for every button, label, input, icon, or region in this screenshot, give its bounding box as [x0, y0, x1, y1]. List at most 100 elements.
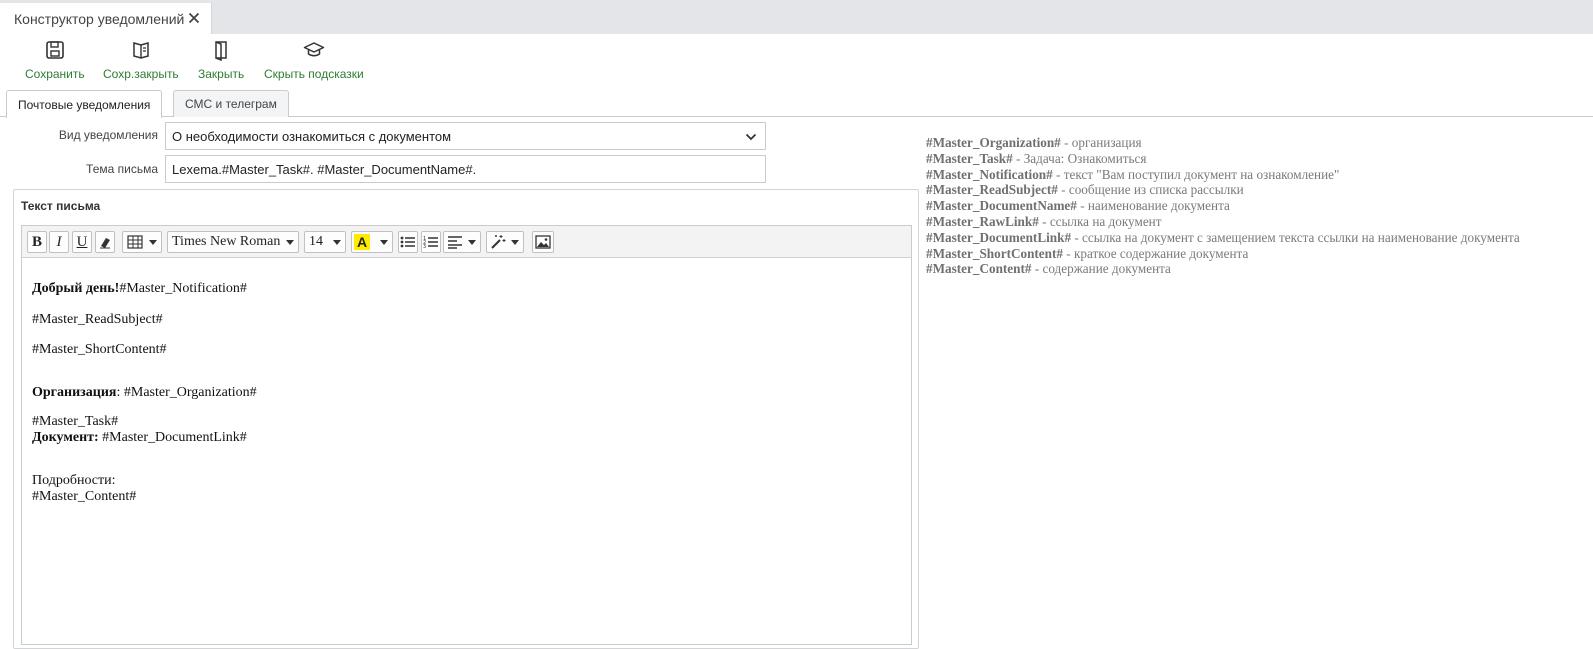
hint-desc: - содержание документа — [1031, 261, 1171, 277]
underline-button[interactable]: U — [72, 231, 92, 253]
document-link-token: #Master_DocumentLink# — [98, 430, 247, 445]
close-button[interactable]: Закрыть — [198, 39, 244, 81]
highlight-glyph: A — [354, 234, 371, 250]
hint-key: #Master_DocumentLink# — [926, 229, 1072, 245]
hint-item: #Master_ReadSubject# - сообщение из спис… — [926, 182, 1520, 198]
save-close-button[interactable]: Сохр.закрыть — [103, 39, 179, 81]
hint-item: #Master_Content# - содержание документа — [926, 261, 1520, 277]
content-line: Добрый день!#Master_Notification# — [32, 281, 247, 297]
hint-desc: - ссылка на документ с замещением текста… — [1071, 229, 1520, 245]
rich-text-editor[interactable]: B I U Times New Roman 14 A 1 2 3 Добрый … — [21, 225, 912, 645]
tab-sms-telegram[interactable]: СМС и телеграм — [173, 90, 289, 117]
save-close-label: Сохр.закрыть — [103, 67, 179, 81]
details-label: Подробности: — [32, 473, 116, 488]
magic-button[interactable] — [486, 231, 524, 253]
hint-key: #Master_ReadSubject# — [926, 182, 1058, 198]
tab-sms-label: СМС и телеграм — [185, 97, 277, 111]
align-button[interactable] — [443, 231, 481, 253]
hint-item: #Master_Organization# - организация — [926, 135, 1520, 151]
hint-desc: - сообщение из списка рассылки — [1057, 182, 1244, 198]
hint-desc: - краткое содержание документа — [1062, 245, 1249, 261]
hint-item: #Master_DocumentName# - наименование док… — [926, 198, 1520, 214]
content-line: Организация: #Master_Organization# — [32, 385, 257, 401]
hint-desc: - наименование документа — [1076, 198, 1230, 214]
highlight-color-button[interactable]: A — [351, 231, 393, 253]
notification-type-value: О необходимости ознакомиться с документо… — [172, 129, 452, 144]
font-family-caret-icon — [286, 240, 294, 245]
font-size-select[interactable]: 14 — [304, 231, 346, 253]
tab-email-label: Почтовые уведомления — [18, 97, 151, 112]
chevron-down-icon — [745, 133, 757, 141]
hint-item: #Master_Notification# - текст "Вам посту… — [926, 167, 1520, 183]
font-family-value: Times New Roman — [172, 234, 281, 249]
hide-hints-label: Скрыть подсказки — [264, 67, 364, 81]
tab-email-notifications[interactable]: Почтовые уведомления — [6, 90, 163, 118]
magic-wand-icon — [491, 235, 506, 249]
short-content-token: #Master_ShortContent# — [32, 342, 167, 357]
magic-caret-icon — [511, 240, 519, 245]
hint-key: #Master_ShortContent# — [926, 245, 1063, 261]
hint-key: #Master_DocumentName# — [926, 198, 1077, 214]
insert-image-button[interactable] — [532, 231, 554, 253]
read-subject-token: #Master_ReadSubject# — [32, 312, 163, 327]
underline-glyph: U — [76, 233, 88, 250]
hint-key: #Master_Organization# — [926, 135, 1061, 150]
body-section-title: Текст письма — [21, 199, 101, 213]
save-button[interactable]: Сохранить — [25, 39, 85, 81]
numbered-list-icon: 1 2 3 — [423, 236, 438, 249]
close-label: Закрыть — [198, 67, 245, 81]
hint-desc: - Задача: Ознакомиться — [1012, 150, 1147, 166]
table-button[interactable] — [122, 231, 162, 253]
align-caret-icon — [468, 240, 476, 245]
content-line: #Master_Content# — [32, 489, 136, 505]
hint-key: #Master_Task# — [926, 150, 1013, 166]
content-line: #Master_ShortContent# — [32, 342, 167, 358]
content-line: #Master_Task# — [32, 414, 118, 430]
hint-key: #Master_RawLink# — [926, 213, 1039, 229]
bullet-list-button[interactable] — [398, 231, 418, 253]
hint-item: #Master_ShortContent# - краткое содержан… — [926, 246, 1520, 262]
hint-desc: - текст "Вам поступил документ на ознако… — [1052, 166, 1340, 182]
subject-label: Тема письма — [86, 162, 158, 176]
door-icon — [215, 41, 227, 61]
table-caret-icon — [149, 240, 157, 245]
document-tab[interactable]: Конструктор уведомлений — [0, 3, 212, 34]
subject-value: Lexema.#Master_Task#. #Master_DocumentNa… — [172, 162, 477, 177]
bold-button[interactable]: B — [27, 231, 47, 253]
italic-glyph: I — [56, 233, 62, 250]
hint-desc: - ссылка на документ — [1038, 213, 1162, 229]
organization-token: : #Master_Organization# — [116, 385, 257, 400]
notification-token: #Master_Notification# — [119, 281, 247, 296]
clear-format-button[interactable] — [95, 231, 115, 253]
document-tab-title: Конструктор уведомлений — [14, 10, 185, 27]
hint-item: #Master_RawLink# - ссылка на документ — [926, 214, 1520, 230]
notification-tabs: Почтовые уведомления СМС и телеграм — [0, 90, 1593, 118]
document-tabstrip: Конструктор уведомлений — [0, 0, 1593, 34]
notification-type-select[interactable]: О необходимости ознакомиться с документо… — [165, 122, 766, 150]
close-icon[interactable] — [186, 10, 202, 26]
content-line: #Master_ReadSubject# — [32, 312, 163, 328]
hint-key: #Master_Content# — [926, 261, 1032, 277]
eraser-icon — [100, 238, 110, 249]
numbered-list-button[interactable]: 1 2 3 — [421, 231, 441, 253]
font-family-select[interactable]: Times New Roman — [167, 231, 299, 253]
content-line: Документ: #Master_DocumentLink# — [32, 430, 247, 446]
image-icon — [535, 235, 551, 249]
document-label: Документ: — [32, 430, 99, 445]
hint-desc: - организация — [1060, 135, 1142, 150]
subject-input[interactable]: Lexema.#Master_Task#. #Master_DocumentNa… — [165, 155, 766, 183]
hide-hints-button[interactable]: Скрыть подсказки — [264, 39, 364, 81]
bold-glyph: B — [31, 233, 42, 250]
content-line: Подробности: — [32, 473, 116, 489]
greeting-text: Добрый день! — [32, 281, 120, 296]
italic-button[interactable]: I — [49, 231, 69, 253]
floppy-icon — [46, 41, 64, 59]
highlight-caret-icon — [380, 240, 388, 245]
hints-panel: #Master_Organization# - организация #Mas… — [926, 135, 1520, 277]
font-size-value: 14 — [309, 234, 323, 249]
svg-text:3: 3 — [423, 244, 426, 249]
hint-item: #Master_DocumentLink# - ссылка на докуме… — [926, 230, 1520, 246]
main-toolbar: Сохранить Сохр.закрыть Закрыть Скрыть по… — [0, 34, 1593, 84]
align-left-icon — [448, 236, 462, 249]
graduation-cap-icon — [303, 42, 325, 57]
